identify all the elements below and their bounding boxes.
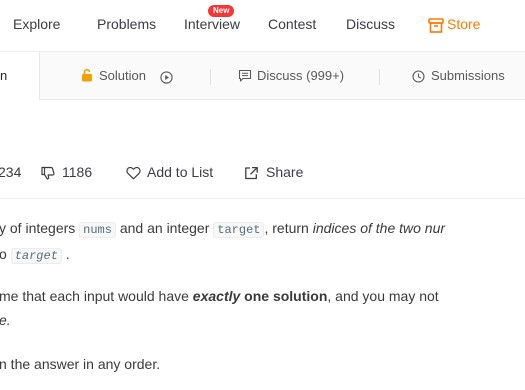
description-text: and an integer — [115, 220, 214, 236]
tab-separator — [379, 69, 380, 85]
nav-interview[interactable]: Interview — [184, 16, 240, 32]
tab-submissions[interactable]: Submissions — [431, 68, 505, 83]
tab-separator — [210, 69, 211, 85]
description-strong-emphasis: exactly — [192, 288, 241, 304]
tab-description-label: n — [0, 68, 8, 83]
nav-problems[interactable]: Problems — [97, 16, 156, 32]
description-text: o — [0, 246, 11, 262]
nav-explore[interactable]: Explore — [13, 16, 60, 32]
description-strong: one solution — [240, 288, 328, 304]
description-text: me that each input would have — [0, 288, 193, 304]
new-badge: New — [208, 5, 235, 17]
inline-code-target: target — [10, 248, 62, 264]
clock-icon — [412, 70, 425, 88]
description-paragraph-2-line-2: e. — [0, 310, 525, 330]
share-icon[interactable] — [244, 166, 259, 185]
problem-tab-bar: n Solution Discuss (999+) Submissions — [0, 52, 525, 100]
tab-discuss[interactable]: Discuss (999+) — [257, 68, 344, 83]
description-paragraph-3: n the answer in any order. — [0, 354, 525, 374]
add-to-list-button[interactable]: Add to List — [147, 164, 213, 180]
comment-icon — [238, 69, 252, 88]
top-navigation: Explore Problems Interview New Contest D… — [0, 0, 525, 52]
tab-description[interactable]: n — [0, 52, 40, 100]
description-emphasis: e. — [0, 312, 11, 328]
description-text: , and you may not — [327, 288, 439, 304]
description-text: n the answer in any order. — [0, 356, 161, 372]
play-circle-icon — [160, 71, 173, 89]
description-text: , return — [264, 220, 313, 236]
store-icon[interactable] — [428, 18, 444, 38]
dislikes-count[interactable]: 1186 — [62, 164, 92, 180]
section-divider — [0, 198, 525, 199]
description-paragraph-1: y of integers nums and an integer target… — [0, 218, 525, 240]
description-paragraph-2: me that each input would have exactly on… — [0, 286, 525, 306]
description-paragraph-1-line-2: o target . — [0, 244, 525, 266]
nav-contest[interactable]: Contest — [268, 16, 316, 32]
share-button[interactable]: Share — [266, 164, 303, 180]
inline-code-nums: nums — [79, 222, 116, 238]
inline-code-target: target — [213, 222, 265, 238]
tab-solution[interactable]: Solution — [99, 68, 146, 83]
description-text: . — [61, 246, 70, 262]
description-text: y of integers — [0, 220, 80, 236]
nav-discuss[interactable]: Discuss — [346, 16, 395, 32]
nav-store[interactable]: Store — [447, 16, 480, 32]
thumbs-down-icon[interactable] — [40, 165, 56, 186]
heart-icon[interactable] — [126, 166, 141, 185]
description-emphasis: indices of the two nur — [312, 220, 446, 236]
likes-count[interactable]: 234 — [0, 164, 21, 180]
unlock-icon — [81, 68, 93, 87]
